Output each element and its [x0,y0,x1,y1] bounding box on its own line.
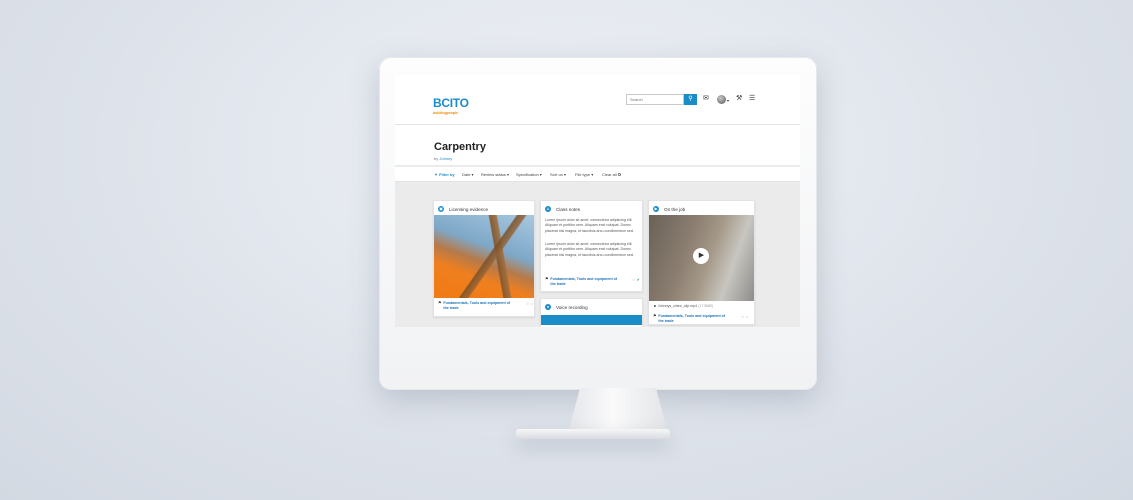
filter-bar: ▼ Filter by Date ▾ Review status ▾ Speci… [395,166,800,182]
search-button[interactable]: ⚲ [684,94,697,105]
filter-date[interactable]: Date ▾ [462,172,474,177]
image-icon: ▣ [438,206,444,212]
note-paragraph: Lorem ipsum dolor sit amet, consectetur … [545,218,634,233]
circle-icon: ○ [530,301,533,306]
card-licensing-evidence[interactable]: ▣ Licensing evidence ⚑ Fundamentals, Too… [433,200,535,317]
wrench-icon[interactable]: ⚒ [736,95,742,103]
star-icon[interactable]: ☆ [526,301,530,306]
video-thumbnail[interactable]: ▶ [649,215,754,301]
tag-link[interactable]: Fundamentals, Tools and equipment of the… [658,314,728,324]
card-title: On the job [664,206,686,212]
card-on-the-job[interactable]: ▶ On the job ▶ ☻ Johnnys_video_clip.mp4 … [648,200,755,325]
logo-text: BCITO [433,96,469,110]
note-paragraph: Lorem ipsum dolor sit amet, consectetur … [545,242,634,257]
tag-icon: ⚑ [545,277,549,281]
chevron-down-icon[interactable]: ▾ [727,97,729,105]
card-voice-recording[interactable]: ● Voice recording [540,298,643,327]
file-info: ☻ Johnnys_video_clip.mp4 (17.5MB) [653,304,713,308]
audio-player[interactable] [541,315,642,325]
byline: by Johnny [434,156,452,161]
mail-icon[interactable]: ✉ [703,95,709,103]
tag-link[interactable]: Fundamentals, Tools and equipment of the… [443,301,513,311]
video-icon: ▶ [653,206,659,212]
filter-clear-all[interactable]: Clear all ✪ [602,172,621,177]
monitor-base [516,429,670,439]
tag-icon: ⚑ [438,301,442,305]
filter-by-label[interactable]: ▼ Filter by [434,172,455,177]
by-label: by [434,156,439,161]
avatar[interactable] [717,95,726,104]
card-title: Voice recording [556,304,588,310]
file-size: (17.5MB) [698,304,713,308]
file-name[interactable]: Johnnys_video_clip.mp4 [658,304,697,308]
star-icon[interactable]: ☆ [632,277,636,282]
filter-file-type[interactable]: File type ▾ [575,172,593,177]
search-icon: ⚲ [688,96,693,102]
bcito-logo[interactable]: BCITO buildingpeople [433,95,469,116]
tag-row: ⚑ Fundamentals, Tools and equipment of t… [545,277,640,287]
filter-sort-on[interactable]: Sort on ▾ [550,172,566,177]
check-icon: ✔ [636,277,640,282]
review-status: ☆ ○ [526,301,533,306]
review-status: ☆ ○ [741,314,748,319]
microphone-icon: ● [545,304,551,310]
card-title: Licensing evidence [449,206,489,212]
filter-specification[interactable]: Specification ▾ [516,172,542,177]
card-header: ▶ On the job [653,205,685,213]
tag-row: ⚑ Fundamentals, Tools and equipment of t… [438,301,533,311]
circle-icon: ○ [745,314,748,319]
page-header: Carpentry by Johnny [395,125,800,165]
play-icon[interactable]: ▶ [693,248,709,264]
card-title: Class notes [556,206,581,212]
menu-icon[interactable]: ☰ [749,95,755,103]
card-class-notes[interactable]: A Class notes Lorem ipsum dolor sit amet… [540,200,643,292]
tag-row: ⚑ Fundamentals, Tools and equipment of t… [653,314,748,324]
page-title: Carpentry [434,141,486,153]
monitor-stand [568,388,668,433]
funnel-icon: ▼ [434,172,438,177]
evidence-photo[interactable] [434,215,534,298]
review-status: ☆ ✔ [632,277,640,282]
user-icon: ☻ [653,304,657,308]
card-header: ● Voice recording [545,303,588,311]
tag-link[interactable]: Fundamentals, Tools and equipment of the… [550,277,620,287]
logo-tagline: buildingpeople [433,111,458,115]
top-navigation-bar: BCITO buildingpeople ⚲ ✉ ▾ ⚒ ☰ [395,75,800,125]
card-header: ▣ Licensing evidence [438,205,488,213]
card-header: A Class notes [545,205,580,213]
filter-review-status[interactable]: Review status ▾ [481,172,509,177]
screen: BCITO buildingpeople ⚲ ✉ ▾ ⚒ ☰ Carpentry… [395,75,800,327]
search-input[interactable] [626,94,684,105]
tag-icon: ⚑ [653,314,657,318]
notes-icon: A [545,206,551,212]
author-link[interactable]: Johnny [439,156,452,161]
star-icon[interactable]: ☆ [741,314,745,319]
